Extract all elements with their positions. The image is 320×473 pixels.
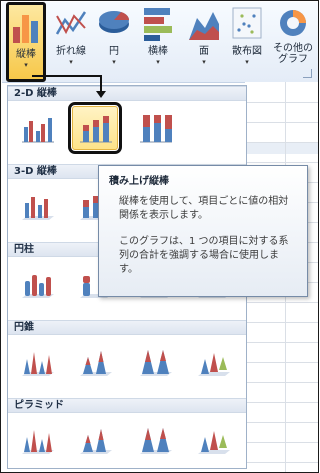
column-chart-button[interactable]: 縦棒 ▾ [6,2,46,82]
grid-row-line [245,382,318,383]
pyramid-100-stacked-icon [140,428,172,454]
grid-row-line [245,102,318,103]
tooltip-usage: このグラフは、1 つの項目に対する系列の合計を強調する場合に使用します。 [119,236,289,275]
callout-line [32,75,102,77]
cylinder-clustered-option[interactable] [14,262,60,306]
100-stacked-column-icon [140,115,172,143]
stacked-column-icon [80,116,112,143]
section-title-cone: 円錐 [8,320,246,335]
dialog-launcher-icon[interactable] [303,69,312,78]
grid-row-line [245,162,318,163]
sheet-highlight-row [245,142,318,154]
cylinder-clustered-icon [22,275,54,298]
chevron-down-icon: ▾ [24,61,28,69]
pyramid-3d-option[interactable] [190,418,236,462]
section-title-pyramid: ピラミッド [8,398,246,413]
area-chart-icon [189,12,219,40]
100-stacked-column-option[interactable] [132,106,178,150]
line-chart-button[interactable]: 折れ線 ▾ [50,2,92,82]
bar-chart-button[interactable]: 横棒 ▾ [138,2,178,82]
tooltip-title: 積み上げ縦棒 [109,176,169,187]
scatter-chart-button[interactable]: 散布図 ▾ [228,2,266,82]
bar-chart-label: 横棒 [148,46,168,57]
cone-stacked-icon [80,351,112,376]
grid-row-line [245,322,318,323]
grid-row-line [245,362,318,363]
pyramid-3d-icon [198,431,230,454]
pyramid-stacked-option[interactable] [72,418,118,462]
scatter-chart-label: 散布図 [232,46,262,57]
chart-type-tooltip: 積み上げ縦棒 縦棒を使用して、項目ごとに値の相対関係を表示します。 このグラフは… [98,165,308,297]
pie-chart-label: 円 [109,46,119,57]
grid-row-line [245,442,318,443]
pie-chart-button[interactable]: 円 ▾ [96,2,132,82]
pyramid-clustered-icon [22,430,54,454]
charts-ribbon-group: 縦棒 ▾ 折れ線 ▾ 円 ▾ 横棒 ▾ 面 ▾ 散布図 ▾ その他の グラフ [2,2,318,83]
chevron-down-icon: ▾ [156,58,160,66]
3d-clustered-column-icon [22,197,54,220]
grid-row-line [245,342,318,343]
scatter-chart-icon [232,7,262,39]
area-chart-label: 面 [199,46,209,57]
grid-row-line [245,422,318,423]
chevron-down-icon: ▾ [202,58,206,66]
callout-arrow-icon [96,91,106,98]
doughnut-chart-icon [280,10,306,36]
grid-row-line [245,402,318,403]
cone-stacked-option[interactable] [72,340,118,384]
chevron-down-icon: ▾ [112,58,116,66]
pyramid-stacked-icon [80,429,112,454]
3d-clustered-column-option[interactable] [14,184,60,228]
grid-row-line [245,462,318,463]
cone-3d-icon [198,353,230,376]
pyramid-100-stacked-option[interactable] [132,418,178,462]
line-chart-label: 折れ線 [56,46,86,57]
line-chart-icon [55,11,87,35]
column-chart-icon [13,15,38,43]
pyramid-clustered-option[interactable] [14,418,60,462]
cone-clustered-icon [22,352,54,376]
chevron-down-icon: ▾ [245,58,249,66]
grid-row-line [245,122,318,123]
pie-chart-icon [99,11,130,33]
screenshot-frame: 縦棒 ▾ 折れ線 ▾ 円 ▾ 横棒 ▾ 面 ▾ 散布図 ▾ その他の グラフ 2… [0,0,319,473]
section-title-2d-column: 2-D 縦棒 [8,86,246,101]
grid-row-line [245,142,318,143]
tooltip-description: 縦棒を使用して、項目ごとに値の相対関係を表示します。 [119,196,289,221]
bar-chart-icon [144,8,172,41]
cone-100-stacked-icon [140,350,172,376]
column-chart-label: 縦棒 [16,49,36,60]
area-chart-button[interactable]: 面 ▾ [186,2,222,82]
clustered-column-icon [22,118,54,143]
cone-clustered-option[interactable] [14,340,60,384]
other-charts-label: その他の グラフ [273,43,313,65]
clustered-column-option[interactable] [14,106,60,150]
chevron-down-icon: ▾ [69,58,73,66]
cone-100-stacked-option[interactable] [132,340,178,384]
cone-3d-option[interactable] [190,340,236,384]
grid-row-line [245,302,318,303]
stacked-column-option[interactable] [68,102,122,154]
